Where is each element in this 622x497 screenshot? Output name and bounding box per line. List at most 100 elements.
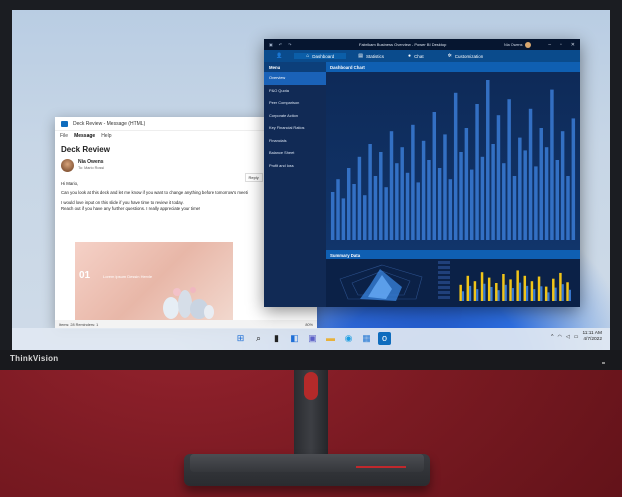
menu-message[interactable]: Message (74, 133, 95, 139)
menu-item-profit-and-loss[interactable]: Profit and loss (264, 160, 326, 173)
radar-chart[interactable] (330, 261, 434, 305)
chart-bar[interactable] (539, 128, 543, 240)
chart-bar[interactable] (480, 156, 485, 240)
summary-bar[interactable] (530, 281, 534, 301)
summary-bar[interactable] (509, 279, 512, 301)
chart-bar[interactable] (341, 198, 346, 240)
summary-bar-chart[interactable] (454, 261, 576, 305)
nav-statistics[interactable]: ▤ Statistics (346, 53, 396, 59)
summary-bar-secondary[interactable] (483, 283, 486, 301)
summary-bar[interactable] (466, 275, 470, 301)
zoom-level[interactable]: 80% (305, 323, 313, 327)
powerbi-window[interactable]: ▣ ↶ ↷ Fabrikam Business Overview - Power… (264, 39, 580, 307)
summary-bar-secondary[interactable] (554, 287, 557, 301)
summary-bar-secondary[interactable] (533, 289, 536, 301)
summary-bar-secondary[interactable] (504, 284, 507, 301)
menu-item-corporate-action[interactable]: Corporate Action (264, 110, 326, 123)
chart-bar[interactable] (421, 140, 426, 240)
outlook-icon[interactable]: o (378, 332, 391, 345)
menu-item-peer-comparison[interactable]: Peer Comparison (264, 97, 326, 110)
chart-bar[interactable] (453, 92, 458, 240)
clock[interactable]: 11:11 AM 4/7/2022 (582, 331, 602, 343)
chart-bar[interactable] (448, 179, 453, 240)
summary-bar-secondary[interactable] (526, 285, 529, 301)
menu-item-po-quota[interactable]: P&O Quota (264, 85, 326, 98)
chart-bar[interactable] (475, 104, 479, 240)
chart-bar[interactable] (459, 152, 463, 240)
teams-icon[interactable]: ▣ (306, 332, 319, 345)
summary-bar[interactable] (516, 270, 519, 301)
chart-bar[interactable] (560, 131, 565, 240)
menu-help[interactable]: Help (101, 133, 111, 139)
redo-icon[interactable]: ↷ (288, 42, 291, 47)
menu-item-overview[interactable]: Overview (264, 72, 326, 85)
chart-bar[interactable] (395, 163, 399, 240)
slide-preview-image[interactable]: 01 Lorem ipsum Dessin Hervle (75, 242, 233, 324)
summary-bar-secondary[interactable] (561, 284, 564, 301)
menu-item-key-financial-ratios[interactable]: Key Financial Ratios (264, 122, 326, 135)
summary-bar[interactable] (487, 277, 491, 301)
chart-bar[interactable] (491, 144, 495, 240)
chart-bar[interactable] (523, 150, 527, 240)
account-chip[interactable]: Nia Owens (504, 41, 531, 48)
chart-bar[interactable] (405, 172, 410, 240)
sender-avatar[interactable] (61, 159, 74, 172)
chart-bar[interactable] (550, 89, 554, 240)
volume-icon[interactable]: ◁ (566, 334, 570, 340)
summary-bar-secondary[interactable] (476, 289, 479, 301)
powerbi-titlebar[interactable]: ▣ ↶ ↷ Fabrikam Business Overview - Power… (264, 39, 580, 50)
battery-icon[interactable]: ▭ (574, 334, 579, 340)
menu-file[interactable]: File (60, 133, 68, 139)
nav-customization[interactable]: ✲ Customization (436, 53, 496, 59)
store-icon[interactable]: ▦ (360, 332, 373, 345)
summary-bar[interactable] (552, 278, 555, 301)
undo-icon[interactable]: ↶ (279, 42, 282, 47)
summary-bar[interactable] (473, 281, 477, 301)
chart-bar[interactable] (336, 179, 340, 240)
minimize-button[interactable]: – (548, 42, 551, 48)
chart-bar[interactable] (330, 192, 335, 240)
close-button[interactable]: ✕ (571, 42, 575, 48)
summary-bar[interactable] (566, 282, 569, 301)
chart-bar[interactable] (363, 195, 367, 240)
summary-bar-secondary[interactable] (497, 290, 500, 301)
summary-bar-secondary[interactable] (568, 289, 571, 301)
summary-bar-secondary[interactable] (547, 292, 550, 301)
sender-name[interactable]: Nia Owens (78, 159, 104, 165)
chart-bar[interactable] (379, 152, 383, 240)
chart-bar[interactable] (427, 160, 431, 240)
chart-bar[interactable] (486, 80, 490, 240)
summary-bar-secondary[interactable] (511, 288, 514, 301)
nav-chat[interactable]: ● Chat (396, 53, 436, 59)
chart-bar[interactable] (507, 99, 511, 240)
chart-bar[interactable] (411, 124, 415, 240)
summary-bar[interactable] (537, 276, 541, 301)
summary-bar-secondary[interactable] (469, 285, 472, 301)
chart-bar[interactable] (357, 156, 362, 240)
summary-bar-secondary[interactable] (540, 286, 543, 301)
dashboard-bar-chart[interactable] (326, 72, 580, 250)
chart-bar[interactable] (528, 108, 533, 240)
save-icon[interactable]: ▣ (269, 42, 273, 47)
summary-bar[interactable] (495, 283, 498, 301)
chart-bar[interactable] (496, 115, 501, 240)
chart-bar[interactable] (544, 147, 549, 240)
chart-bar[interactable] (512, 176, 517, 240)
summary-bar-secondary[interactable] (490, 286, 493, 301)
chart-bar[interactable] (469, 169, 474, 240)
chart-bar[interactable] (571, 118, 576, 240)
search-icon[interactable]: ⌕ (252, 332, 265, 345)
chart-bar[interactable] (464, 128, 469, 240)
summary-bar[interactable] (523, 275, 527, 301)
summary-bar[interactable] (559, 272, 562, 301)
chart-bar[interactable] (518, 137, 522, 240)
file-explorer-icon[interactable]: ▬ (324, 332, 337, 345)
chart-bar[interactable] (443, 134, 447, 240)
chart-bar[interactable] (373, 176, 378, 240)
chart-bar[interactable] (555, 160, 560, 240)
reply-button[interactable]: Reply (244, 173, 263, 182)
chevron-up-icon[interactable]: ^ (551, 334, 553, 340)
summary-bar-secondary[interactable] (518, 282, 522, 301)
wifi-icon[interactable]: ◠ (557, 334, 561, 340)
chart-bar[interactable] (502, 163, 506, 240)
